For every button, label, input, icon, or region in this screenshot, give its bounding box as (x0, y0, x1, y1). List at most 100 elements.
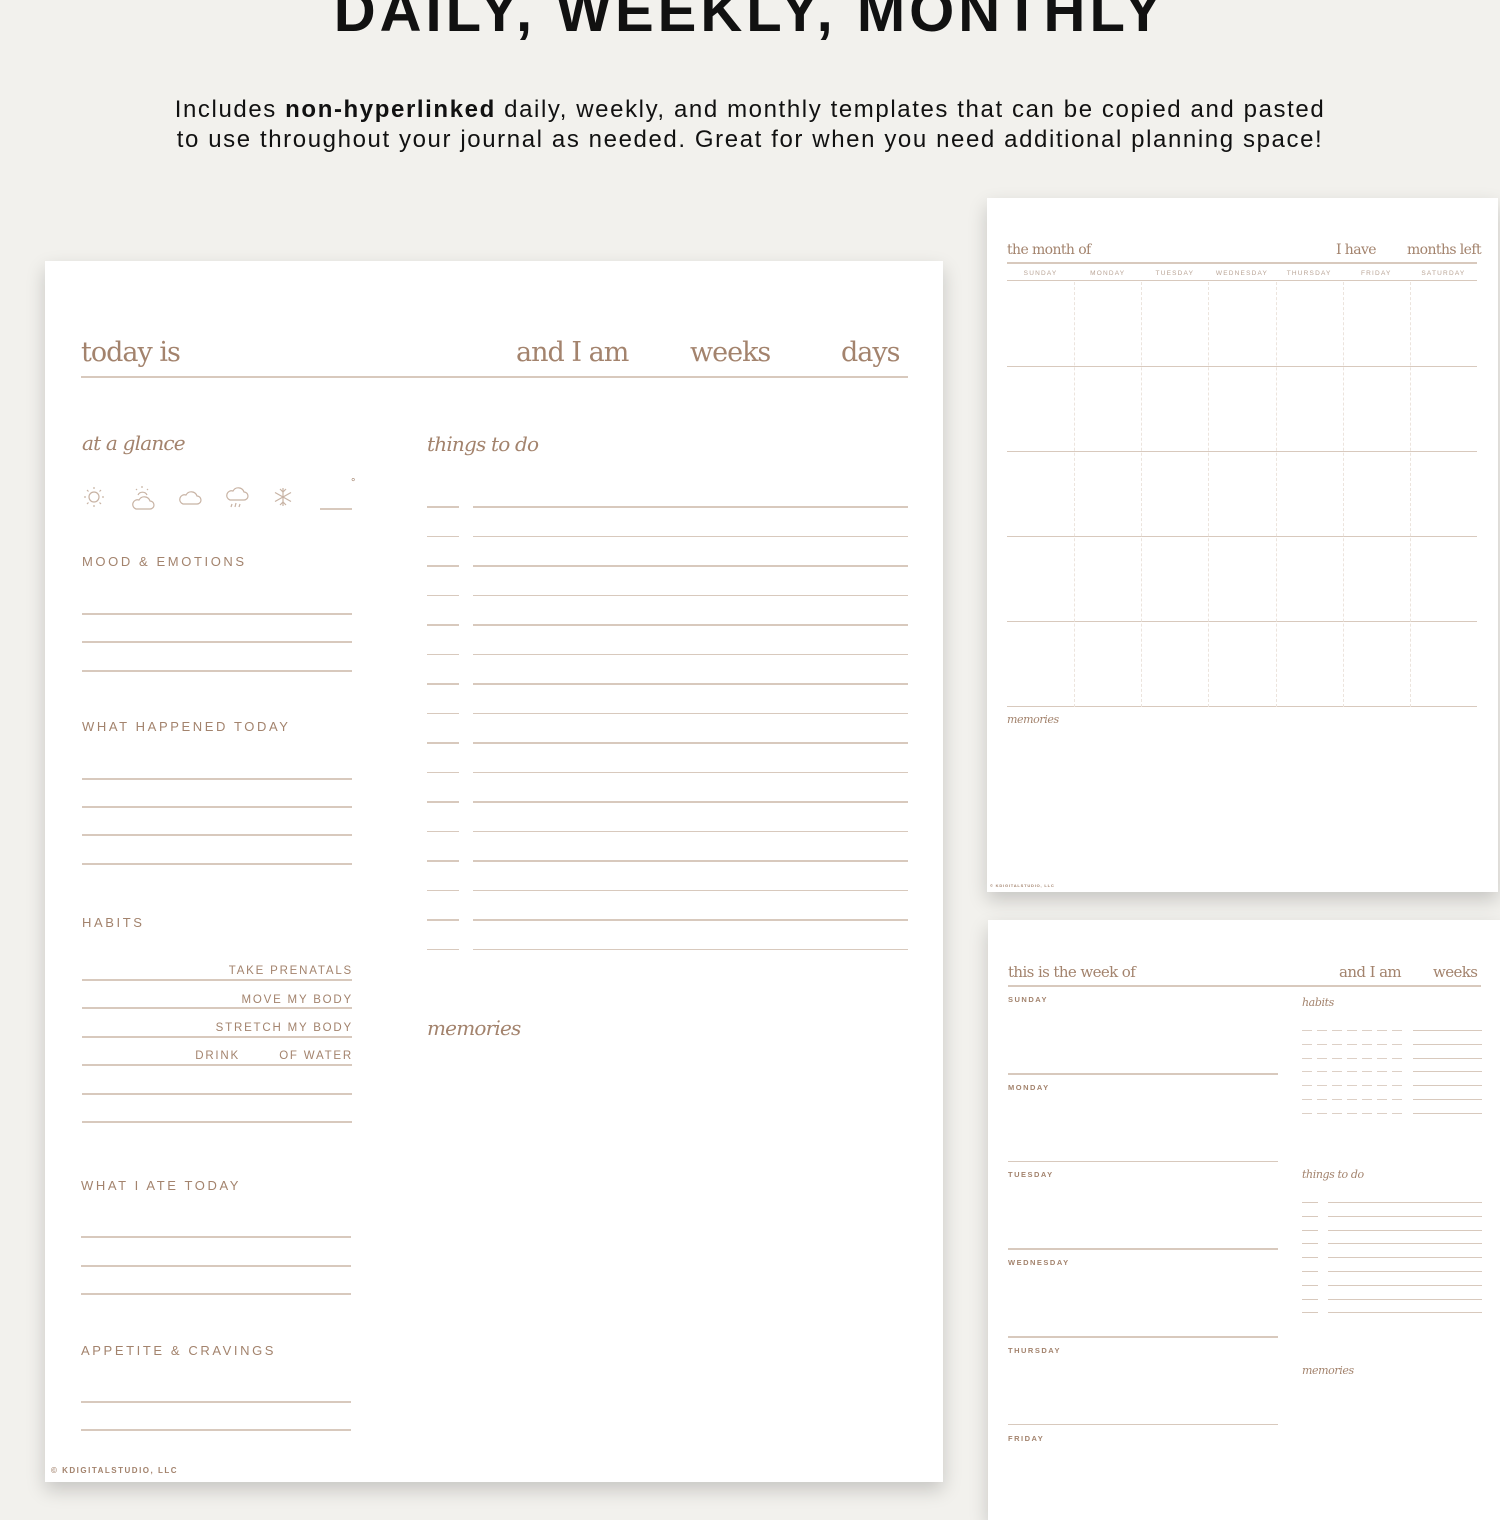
habit-day-dash[interactable] (1377, 1112, 1387, 1114)
week-todo-checkbox-line[interactable] (1302, 1202, 1318, 1203)
calendar-day-cell[interactable] (1410, 367, 1477, 452)
habit-day-dash[interactable] (1302, 1057, 1312, 1059)
todo-checkbox-line[interactable] (427, 889, 459, 891)
memories-area[interactable] (427, 1051, 907, 1451)
week-todo-text-line[interactable] (1328, 1257, 1482, 1259)
cloud-icon[interactable] (175, 483, 222, 511)
habit-day-dash[interactable] (1392, 1112, 1402, 1114)
calendar-day-cell[interactable] (1007, 282, 1074, 367)
habit-day-dash[interactable] (1377, 1071, 1387, 1073)
todo-checkbox-line[interactable] (427, 742, 459, 744)
week-todo-checkbox-line[interactable] (1302, 1243, 1318, 1245)
calendar-day-cell[interactable] (1276, 452, 1343, 537)
habit-name-line[interactable] (1413, 1112, 1482, 1114)
habit-day-dash[interactable] (1377, 1043, 1387, 1045)
habit-day-dash[interactable] (1392, 1030, 1402, 1031)
week-day-area[interactable] (1008, 1095, 1278, 1165)
mood-line[interactable] (82, 670, 352, 672)
habit-day-dash[interactable] (1302, 1071, 1312, 1073)
habit-day-dash[interactable] (1332, 1112, 1342, 1114)
todo-text-line[interactable] (473, 830, 908, 832)
week-todo-checkbox-line[interactable] (1302, 1298, 1318, 1300)
todo-checkbox-line[interactable] (427, 594, 459, 596)
happened-line[interactable] (82, 834, 352, 836)
todo-text-line[interactable] (473, 712, 908, 714)
week-todo-text-line[interactable] (1328, 1243, 1482, 1245)
todo-checkbox-line[interactable] (427, 506, 459, 508)
calendar-day-cell[interactable] (1208, 282, 1275, 367)
todo-text-line[interactable] (473, 565, 908, 567)
week-day-area[interactable] (1008, 1446, 1278, 1516)
todo-checkbox-line[interactable] (427, 860, 459, 862)
todo-text-line[interactable] (473, 594, 908, 596)
calendar-day-cell[interactable] (1141, 282, 1208, 367)
habit-day-dash[interactable] (1302, 1043, 1312, 1045)
calendar-day-cell[interactable] (1208, 367, 1275, 452)
habit-day-dash[interactable] (1362, 1099, 1372, 1100)
habit-day-dash[interactable] (1362, 1043, 1372, 1045)
habit-day-dash[interactable] (1332, 1043, 1342, 1045)
calendar-day-cell[interactable] (1343, 452, 1410, 537)
habit-day-dash[interactable] (1377, 1030, 1387, 1031)
todo-text-line[interactable] (473, 683, 908, 685)
todo-checkbox-line[interactable] (427, 683, 459, 685)
todo-checkbox-line[interactable] (427, 624, 459, 626)
week-todo-text-line[interactable] (1328, 1312, 1482, 1314)
calendar-day-cell[interactable] (1074, 622, 1141, 707)
habit-name-line[interactable] (1413, 1030, 1482, 1031)
todo-text-line[interactable] (473, 506, 908, 508)
happened-line[interactable] (82, 778, 352, 780)
happened-line[interactable] (82, 863, 352, 865)
todo-text-line[interactable] (473, 535, 908, 537)
todo-text-line[interactable] (473, 624, 908, 626)
calendar-day-cell[interactable] (1141, 537, 1208, 622)
habit-day-dash[interactable] (1362, 1057, 1372, 1059)
todo-text-line[interactable] (473, 742, 908, 744)
habit-day-dash[interactable] (1347, 1099, 1357, 1100)
habit-day-dash[interactable] (1317, 1057, 1327, 1059)
appetite-line[interactable] (81, 1429, 351, 1431)
todo-checkbox-line[interactable] (427, 948, 459, 950)
habit-name-line[interactable] (1413, 1057, 1482, 1059)
partly-cloudy-icon[interactable] (128, 483, 175, 511)
habit-day-dash[interactable] (1332, 1099, 1342, 1100)
habit-day-dash[interactable] (1302, 1112, 1312, 1114)
todo-checkbox-line[interactable] (427, 830, 459, 832)
habit-day-dash[interactable] (1362, 1112, 1372, 1114)
habit-name-line[interactable] (1413, 1085, 1482, 1087)
ate-line[interactable] (81, 1293, 351, 1295)
habit-day-dash[interactable] (1362, 1085, 1372, 1087)
week-todo-text-line[interactable] (1328, 1229, 1482, 1231)
habit-day-dash[interactable] (1347, 1071, 1357, 1073)
calendar-day-cell[interactable] (1141, 367, 1208, 452)
habit-day-dash[interactable] (1317, 1071, 1327, 1073)
calendar-day-cell[interactable] (1343, 282, 1410, 367)
week-todo-checkbox-line[interactable] (1302, 1284, 1318, 1286)
week-memories-area[interactable] (1302, 1385, 1482, 1505)
habit-day-dash[interactable] (1392, 1071, 1402, 1073)
habit-day-dash[interactable] (1392, 1099, 1402, 1100)
habit-day-dash[interactable] (1347, 1043, 1357, 1045)
habit-day-dash[interactable] (1347, 1085, 1357, 1087)
habit-line[interactable] (82, 1007, 352, 1009)
calendar-day-cell[interactable] (1343, 622, 1410, 707)
snowflake-icon[interactable] (269, 483, 316, 511)
calendar-day-cell[interactable] (1007, 367, 1074, 452)
habit-day-dash[interactable] (1347, 1030, 1357, 1031)
calendar-day-cell[interactable] (1276, 367, 1343, 452)
calendar-day-cell[interactable] (1074, 537, 1141, 622)
week-day-area[interactable] (1008, 1007, 1278, 1077)
todo-text-line[interactable] (473, 919, 908, 921)
todo-text-line[interactable] (473, 653, 908, 655)
habit-day-dash[interactable] (1392, 1057, 1402, 1059)
todo-checkbox-line[interactable] (427, 712, 459, 714)
habit-name-line[interactable] (1413, 1071, 1482, 1073)
habit-day-dash[interactable] (1332, 1030, 1342, 1031)
calendar-day-cell[interactable] (1276, 537, 1343, 622)
week-todo-checkbox-line[interactable] (1302, 1271, 1318, 1272)
habit-day-dash[interactable] (1392, 1085, 1402, 1087)
habit-day-dash[interactable] (1332, 1085, 1342, 1087)
calendar-day-cell[interactable] (1410, 452, 1477, 537)
calendar-day-cell[interactable] (1074, 452, 1141, 537)
ate-line[interactable] (81, 1265, 351, 1267)
